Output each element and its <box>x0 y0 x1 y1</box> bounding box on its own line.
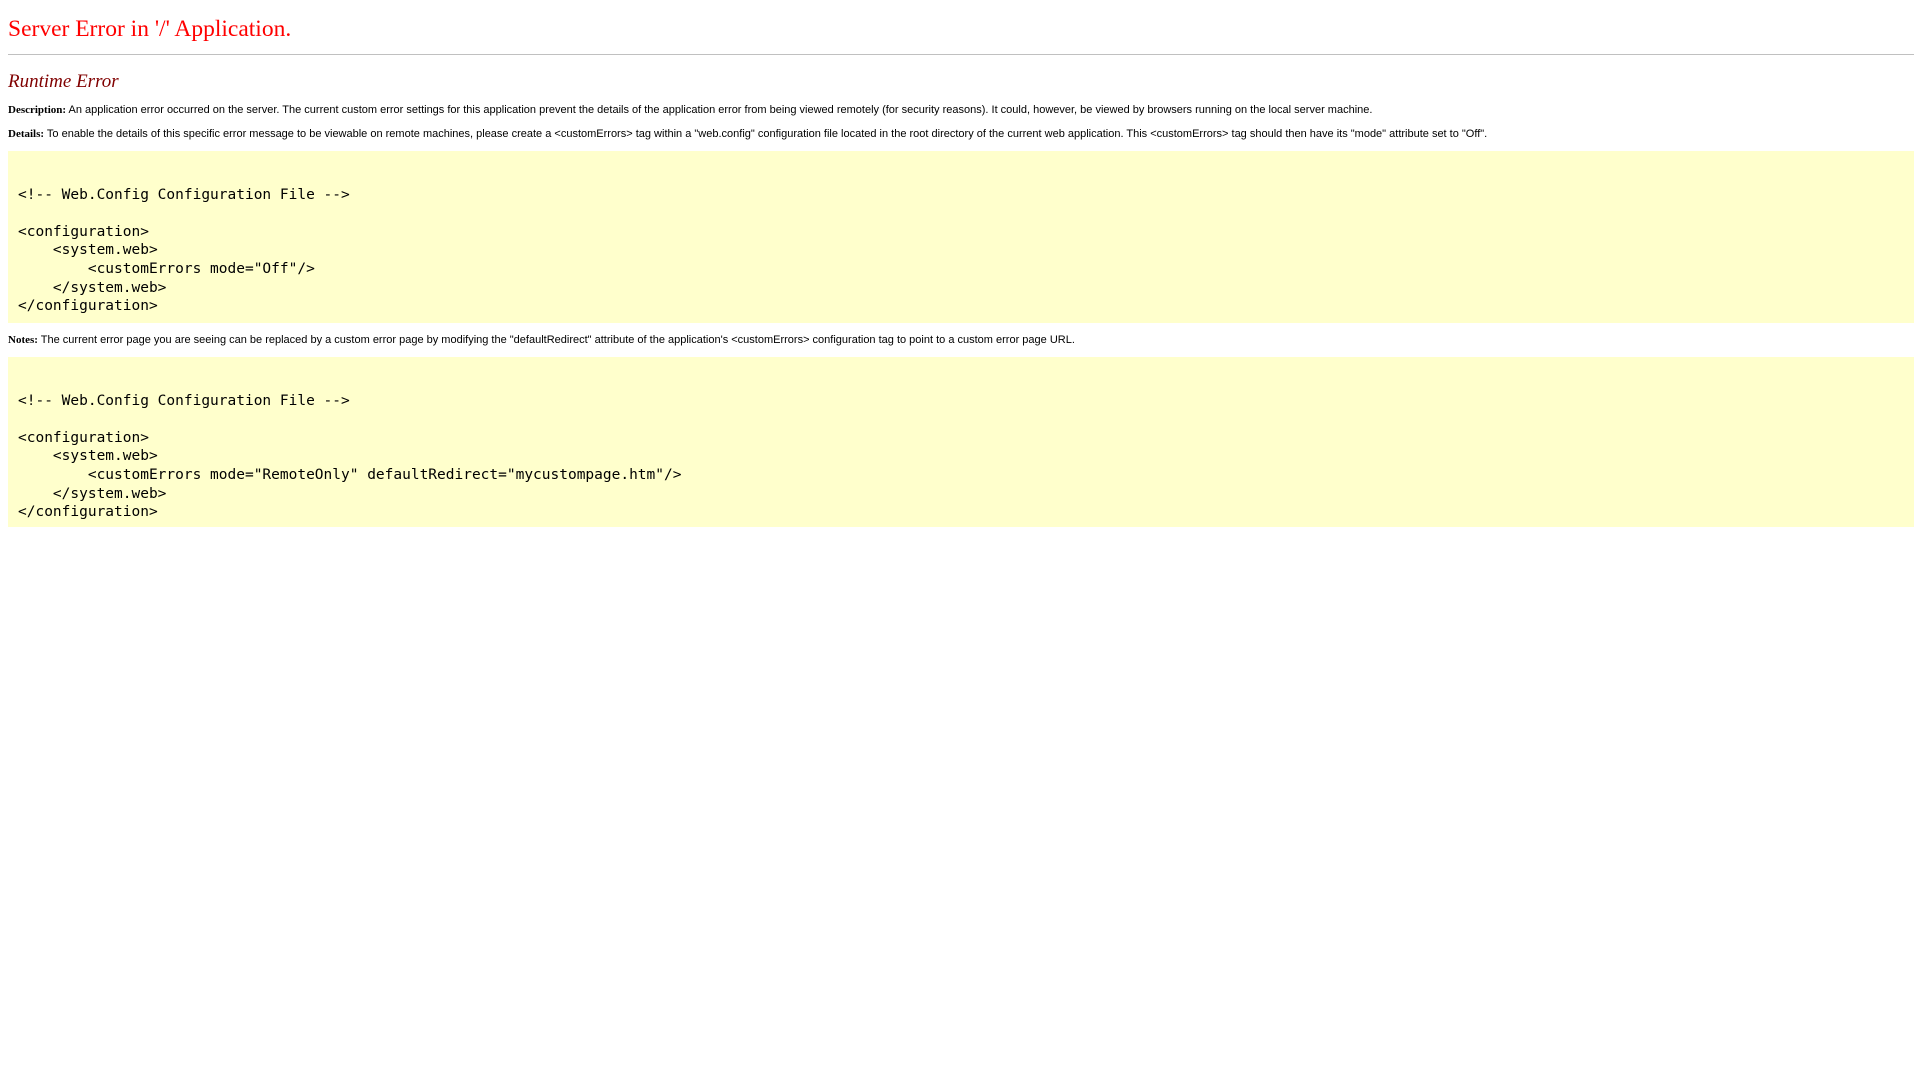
details-label: Details: <box>8 128 45 140</box>
notes-text: The current error page you are seeing ca… <box>37 334 1075 346</box>
details-paragraph: Details: To enable the details of this s… <box>8 128 1912 141</box>
page-title: Server Error in '/' Application. <box>8 16 292 42</box>
title-divider <box>8 54 1914 55</box>
config-code-block-remoteonly: <!-- Web.Config Configuration File --> <… <box>8 357 1914 527</box>
error-page: Server Error in '/' Application. Runtime… <box>0 0 1920 1080</box>
notes-paragraph: Notes: The current error page you are se… <box>8 334 1912 347</box>
config-code-off: <!-- Web.Config Configuration File --> <… <box>18 186 350 315</box>
config-code-remoteonly: <!-- Web.Config Configuration File --> <… <box>18 392 682 521</box>
config-code-block-off: <!-- Web.Config Configuration File --> <… <box>8 151 1914 323</box>
description-text: An application error occurred on the ser… <box>66 104 1373 116</box>
description-paragraph: Description: An application error occurr… <box>8 104 1912 117</box>
details-text: To enable the details of this specific e… <box>44 128 1488 140</box>
description-label: Description: <box>8 104 67 116</box>
notes-label: Notes: <box>8 334 38 346</box>
error-subtitle: Runtime Error <box>8 71 119 92</box>
